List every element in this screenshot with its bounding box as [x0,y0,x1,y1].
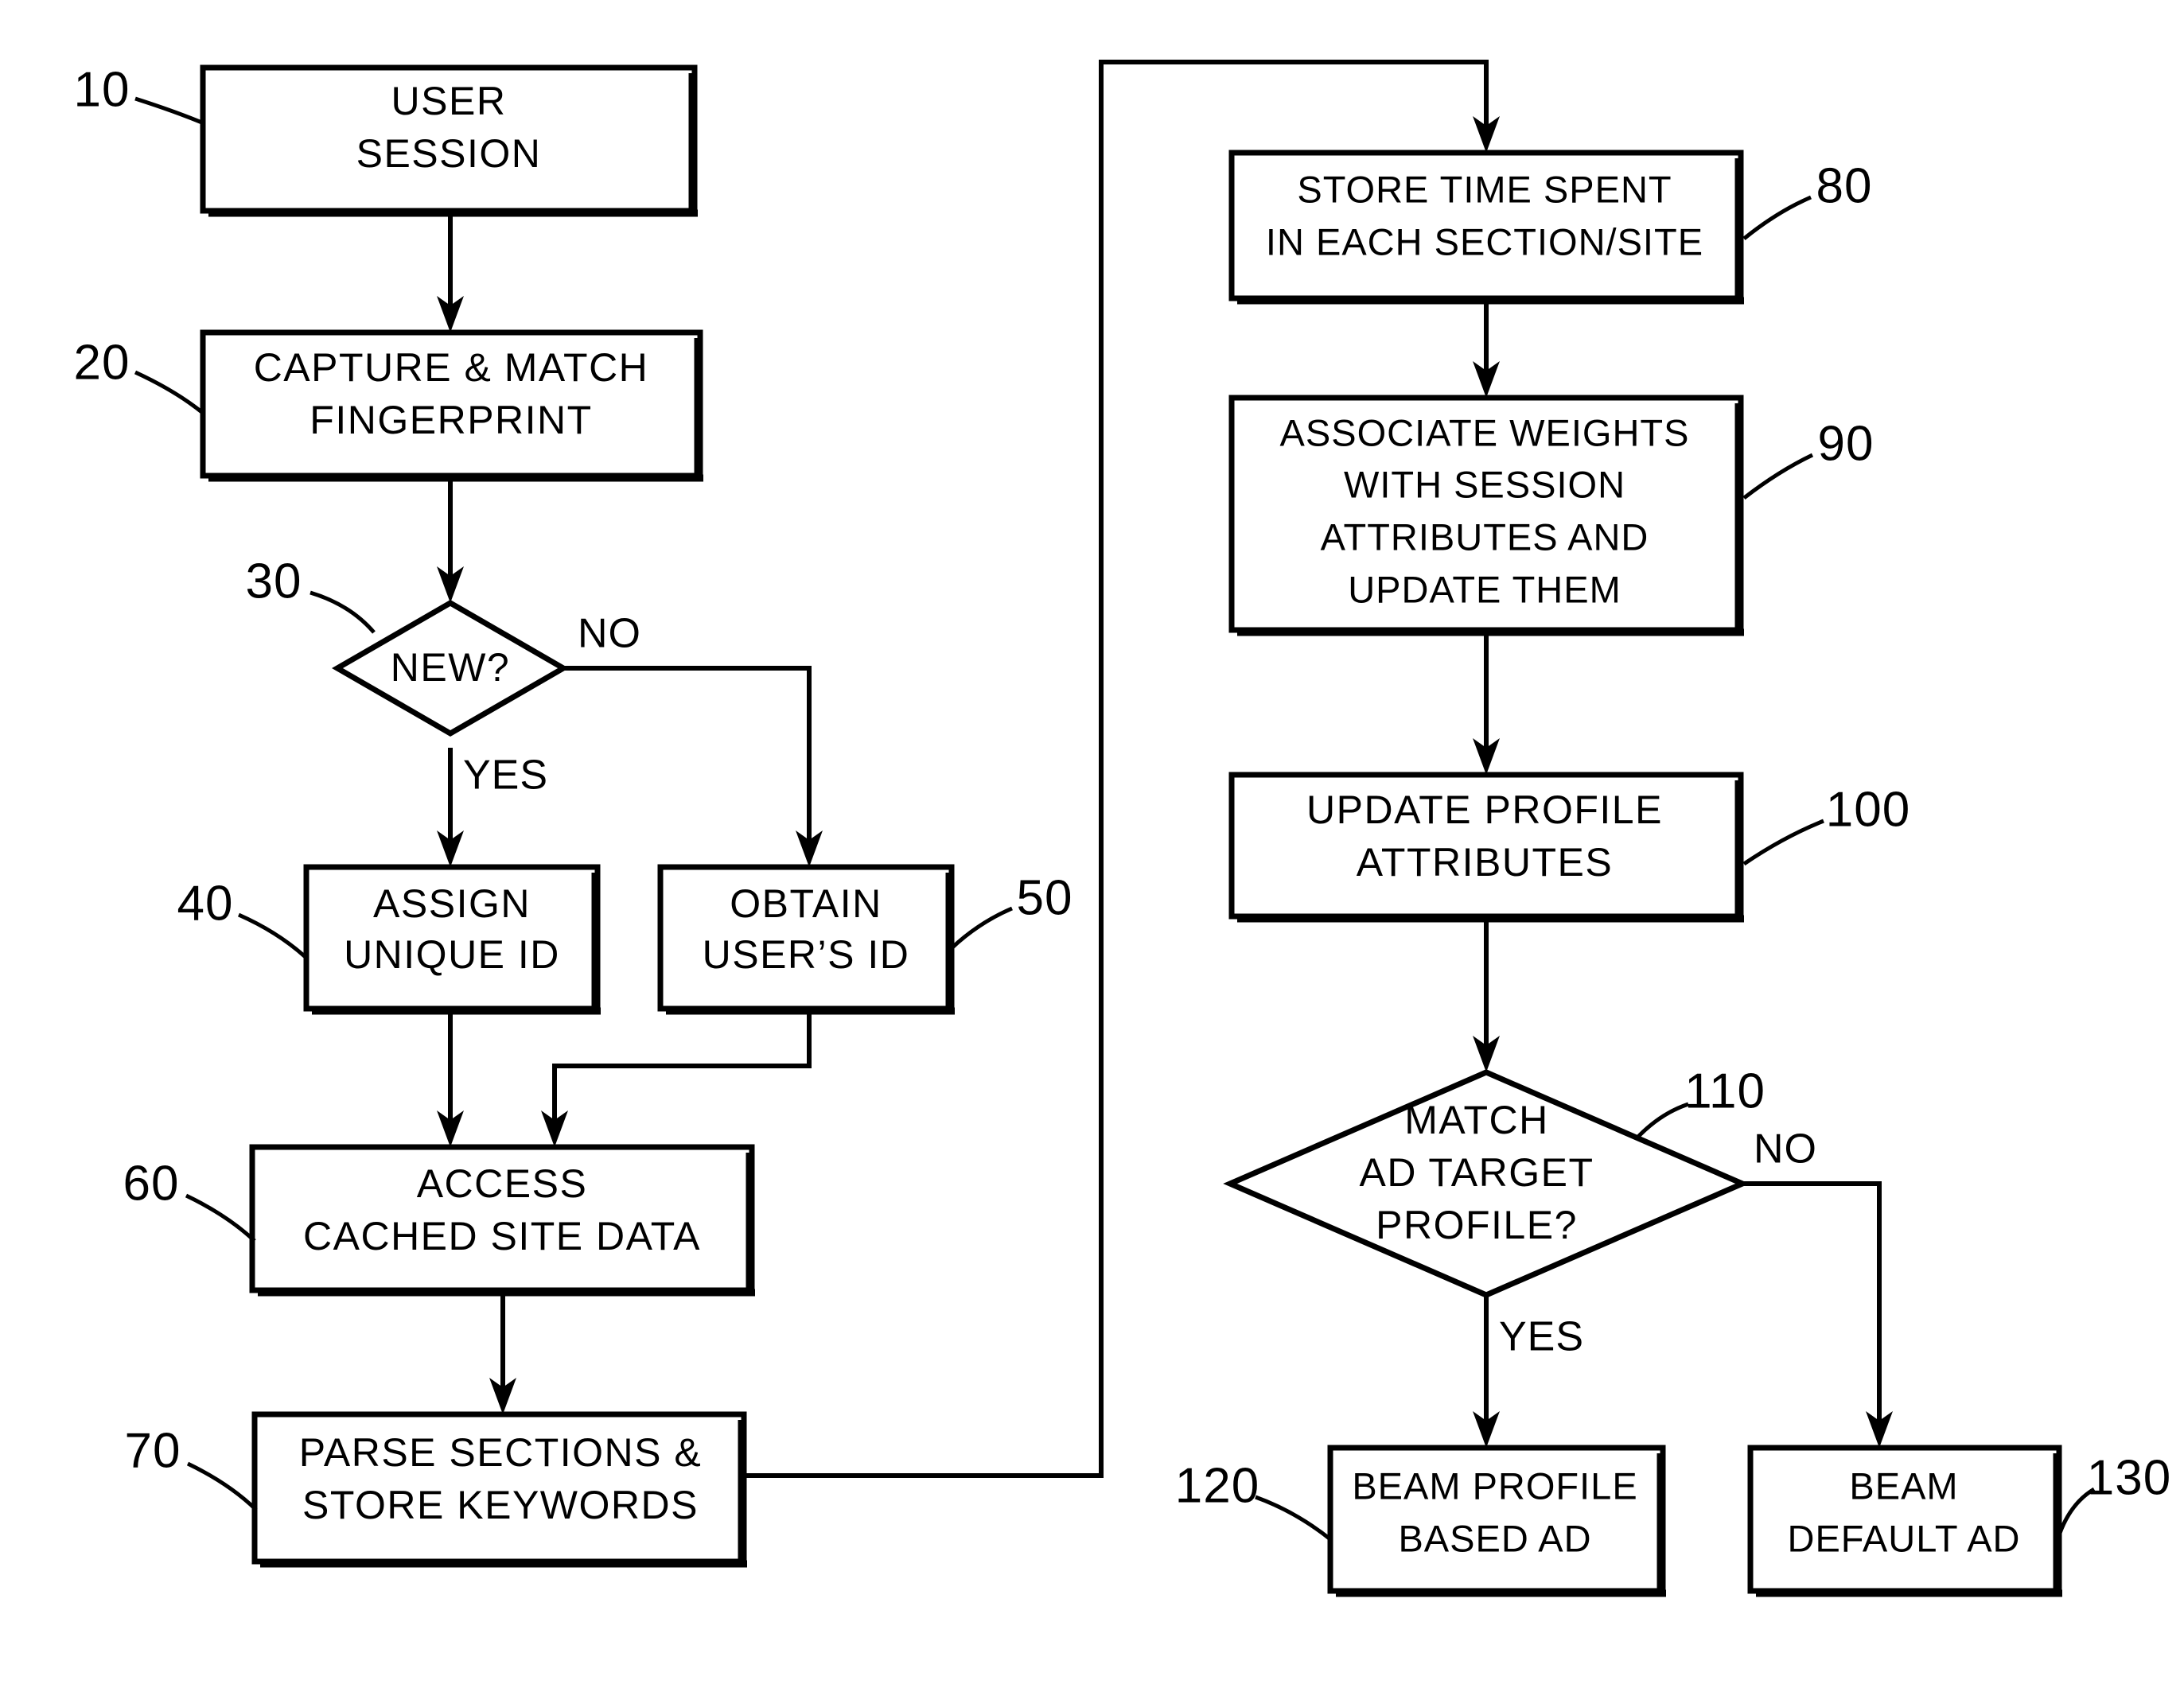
node-40-line-1: ASSIGN [373,881,531,926]
ref-label-50: 50 [950,870,1073,950]
node-100-line-1: UPDATE PROFILE [1306,788,1663,832]
node-20-line-2: FINGERPRINT [309,398,592,442]
ref-label-20: 20 [74,335,205,415]
ref-label-10: 10 [74,62,204,126]
connector-80-to-90 [1473,298,1500,398]
ref-label-60: 60 [123,1156,256,1243]
node-100-update-profile-attributes[interactable]: UPDATE PROFILE ATTRIBUTES [1228,772,1744,923]
svg-text:100: 100 [1826,782,1910,837]
node-40-assign-unique-id[interactable]: ASSIGN UNIQUE ID [303,864,601,1015]
flowchart-svg: USER SESSION 10 CAPTURE & MATCH FINGERPR… [74,60,2171,1597]
connector-30-yes-to-40 [437,748,464,867]
svg-text:40: 40 [177,876,234,931]
node-70-line-2: STORE KEYWORDS [302,1483,699,1527]
connector-30-no-to-50 [563,666,823,867]
node-30-line-1: NEW? [391,645,510,690]
node-20-capture-match-fingerprint[interactable]: CAPTURE & MATCH FINGERPRINT [200,329,703,482]
node-30-new-decision[interactable]: NEW? [332,599,569,737]
ref-label-40: 40 [177,876,309,960]
svg-text:10: 10 [74,62,130,117]
node-80-line-2: IN EACH SECTION/SITE [1266,220,1703,263]
connector-10-to-20 [437,211,464,333]
ref-label-100: 100 [1742,782,1910,866]
connector-110-no-to-130 [1742,1181,1893,1448]
node-120-beam-profile-based-ad[interactable]: BEAM PROFILE BASED AD [1327,1445,1666,1597]
node-70-parse-sections-store-keywords[interactable]: PARSE SECTIONS & STORE KEYWORDS [251,1411,747,1568]
node-100-line-2: ATTRIBUTES [1357,840,1613,885]
connector-50-to-60 [541,1009,812,1147]
node-60-line-2: CACHED SITE DATA [303,1214,701,1258]
node-90-line-4: UPDATE THEM [1348,568,1621,610]
svg-text:30: 30 [246,554,302,609]
svg-text:70: 70 [125,1423,181,1478]
flowchart-canvas: USER SESSION 10 CAPTURE & MATCH FINGERPR… [0,0,2184,1684]
node-80-line-1: STORE TIME SPENT [1297,168,1672,210]
node-50-obtain-users-id[interactable]: OBTAIN USER’S ID [657,864,955,1015]
svg-text:90: 90 [1818,416,1875,471]
ref-label-80: 80 [1742,158,1873,240]
edge-label-new-yes: YES [463,753,548,799]
connector-90-to-100 [1473,630,1500,775]
node-10-line-2: SESSION [356,131,542,176]
node-20-line-1: CAPTURE & MATCH [254,345,649,390]
svg-text:130: 130 [2087,1450,2171,1505]
ref-label-110: 110 [1634,1064,1765,1141]
node-120-line-1: BEAM PROFILE [1352,1464,1637,1507]
connector-100-to-110 [1473,916,1500,1072]
node-90-line-1: ASSOCIATE WEIGHTS [1280,411,1690,453]
node-60-line-1: ACCESS [417,1161,588,1206]
ref-label-130: 130 [2057,1450,2171,1536]
node-90-associate-weights[interactable]: ASSOCIATE WEIGHTS WITH SESSION ATTRIBUTE… [1228,395,1744,636]
node-90-line-3: ATTRIBUTES AND [1321,515,1649,558]
svg-text:120: 120 [1175,1458,1259,1513]
ref-label-120: 120 [1175,1458,1332,1541]
ref-label-30: 30 [246,554,376,634]
node-40-line-2: UNIQUE ID [344,932,560,977]
node-90-line-2: WITH SESSION [1344,463,1625,505]
ref-label-70: 70 [125,1423,258,1511]
node-120-line-2: BASED AD [1398,1517,1591,1559]
node-70-line-1: PARSE SECTIONS & [299,1430,703,1475]
edge-label-match-no: NO [1754,1126,1817,1173]
svg-text:80: 80 [1816,158,1873,213]
node-110-line-3: PROFILE? [1376,1203,1578,1247]
edge-label-new-no: NO [578,611,641,657]
node-110-line-1: MATCH [1404,1098,1549,1142]
ref-label-90: 90 [1742,416,1875,500]
svg-text:20: 20 [74,335,130,390]
connector-110-yes-to-120 [1473,1295,1500,1448]
node-10-user-session[interactable]: USER SESSION [200,64,698,217]
node-50-line-2: USER’S ID [703,932,910,977]
connector-40-to-60 [437,1009,464,1147]
edge-label-match-yes: YES [1499,1314,1584,1360]
node-130-beam-default-ad[interactable]: BEAM DEFAULT AD [1747,1445,2062,1597]
svg-text:110: 110 [1684,1064,1765,1118]
connector-20-to-30 [437,476,464,603]
node-10-line-1: USER [391,79,507,123]
node-50-line-1: OBTAIN [730,881,882,926]
node-110-match-ad-target-profile-decision[interactable]: MATCH AD TARGET PROFILE? [1223,1069,1750,1298]
node-80-store-time-spent[interactable]: STORE TIME SPENT IN EACH SECTION/SITE [1228,150,1744,305]
node-130-line-1: BEAM [1849,1464,1958,1507]
connector-60-to-70 [489,1290,516,1414]
svg-text:50: 50 [1017,870,1073,925]
node-110-line-2: AD TARGET [1359,1150,1594,1195]
node-60-access-cached-site-data[interactable]: ACCESS CACHED SITE DATA [249,1144,755,1297]
svg-text:60: 60 [123,1156,180,1211]
node-130-line-2: DEFAULT AD [1788,1517,2021,1559]
